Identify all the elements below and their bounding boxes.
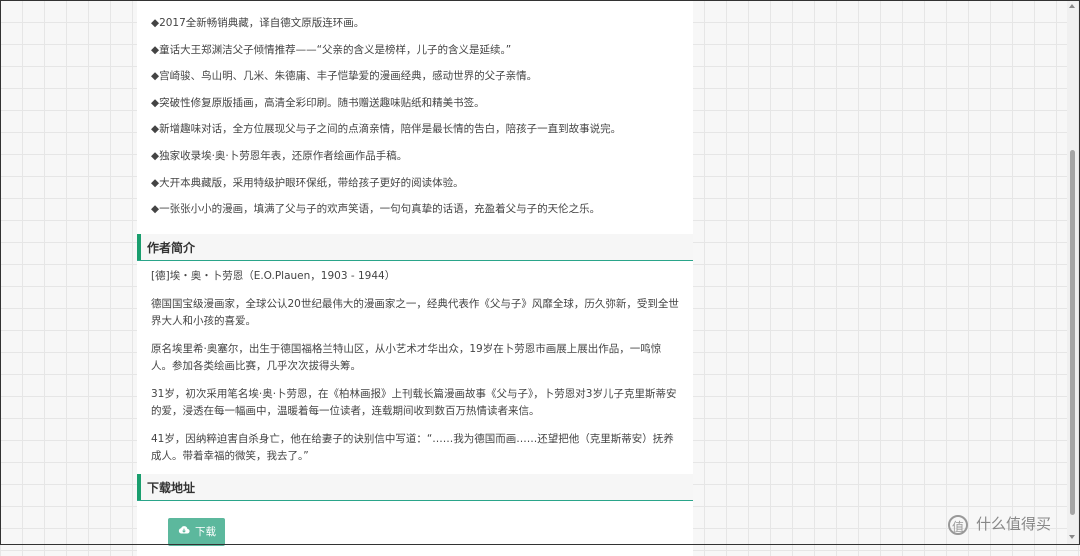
heading-accent-bar bbox=[137, 234, 141, 260]
author-section-heading: 作者简介 bbox=[137, 234, 693, 261]
scroll-down-arrow-icon[interactable] bbox=[1069, 535, 1075, 539]
author-bio: [德]埃・奥・卜劳恩（E.O.Plauen，1903 - 1944） 德国国宝级… bbox=[151, 268, 681, 476]
feature-item: ◆2017全新畅销典藏，译自德文原版连环画。 bbox=[151, 17, 365, 29]
cloud-download-icon bbox=[178, 518, 190, 546]
watermark-text: 什么值得买 bbox=[976, 515, 1052, 533]
scroll-up-arrow-icon[interactable] bbox=[1069, 4, 1075, 8]
heading-accent-bar bbox=[137, 474, 141, 500]
feature-item: ◆大开本典藏版，采用特级护眼环保纸，带给孩子更好的阅读体验。 bbox=[151, 176, 464, 189]
watermark: 值什么值得买 bbox=[948, 512, 1051, 536]
feature-item: ◆新增趣味对话，全方位展现父与子之间的点滴亲情，陪伴是最长情的告白，陪孩子一直到… bbox=[151, 123, 622, 136]
feature-item: ◆童话大王郑渊洁父子倾情推荐——“父亲的含义是榜样，儿子的含义是延续。” bbox=[151, 43, 512, 56]
scrollbar-thumb[interactable] bbox=[1070, 150, 1075, 515]
author-paragraph: [德]埃・奥・卜劳恩（E.O.Plauen，1903 - 1944） bbox=[151, 270, 396, 282]
feature-item: ◆独家收录埃·奥·卜劳恩年表，还原作者绘画作品手稿。 bbox=[151, 149, 408, 162]
download-button-label: 下载 bbox=[195, 526, 216, 538]
feature-item: ◆宫崎骏、鸟山明、几米、朱德庸、丰子恺挚爱的漫画经典，感动世界的父子亲情。 bbox=[151, 70, 538, 83]
author-paragraph: 31岁，初次采用笔名埃·奥·卜劳恩，在《柏林画报》上刊载长篇漫画故事《父与子》，… bbox=[151, 387, 677, 418]
author-section-title: 作者简介 bbox=[147, 241, 196, 255]
author-paragraph: 原名埃里希·奥塞尔，出生于德国福格兰特山区，从小艺术才华出众，19岁在卜劳恩市画… bbox=[151, 342, 662, 373]
download-section-title: 下载地址 bbox=[147, 481, 196, 495]
download-button[interactable]: 下载 bbox=[168, 518, 225, 546]
author-paragraph: 41岁，因纳粹迫害自杀身亡，他在给妻子的诀别信中写道：“……我为德国而画……还望… bbox=[151, 432, 674, 463]
feature-item: ◆一张张小小的漫画，填满了父与子的欢声笑语，一句句真挚的话语，充盈着父与子的天伦… bbox=[151, 203, 601, 216]
vertical-scrollbar[interactable] bbox=[1067, 0, 1078, 545]
feature-list: ◆2017全新畅销典藏，译自德文原版连环画。 ◆童话大王郑渊洁父子倾情推荐——“… bbox=[151, 16, 621, 229]
feature-item: ◆突破性修复原版插画，高清全彩印刷。随书赠送趣味贴纸和精美书签。 bbox=[151, 96, 485, 109]
download-section-heading: 下载地址 bbox=[137, 474, 693, 501]
author-paragraph: 德国国宝级漫画家，全球公认20世纪最伟大的漫画家之一，经典代表作《父与子》风靡全… bbox=[151, 297, 679, 328]
truncated-text-line: ▔▔▔▔▔▔▔▔▔▔▔▔▔▔▔▔▔ bbox=[151, 0, 371, 2]
article-content: ▔▔▔▔▔▔▔▔▔▔▔▔▔▔▔▔▔ ◆2017全新畅销典藏，译自德文原版连环画。… bbox=[137, 0, 693, 556]
watermark-logo-icon: 值 bbox=[948, 514, 968, 535]
